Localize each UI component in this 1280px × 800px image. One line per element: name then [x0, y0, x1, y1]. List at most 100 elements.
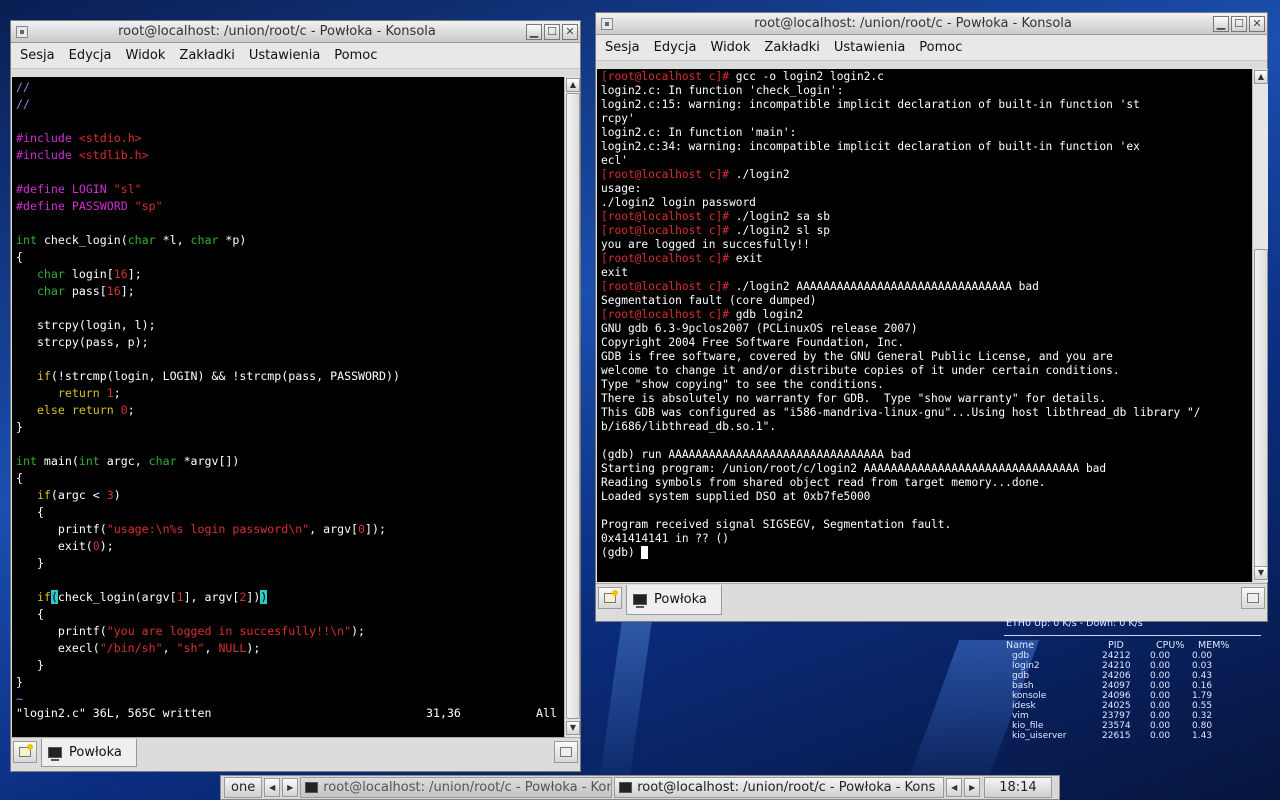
maximize-button[interactable]: ☐ — [1231, 15, 1247, 32]
terminal-line: login2.c: In function 'main': — [601, 126, 797, 139]
scroll-thumb[interactable] — [1254, 249, 1268, 567]
menu-pomoc[interactable]: Pomoc — [327, 48, 384, 63]
close-button[interactable]: ✕ — [562, 23, 578, 40]
konsole-window-right[interactable]: root@localhost: /union/root/c - Powłoka … — [595, 12, 1268, 622]
col-cpu: CPU% — [1156, 640, 1185, 651]
konsole-window-left[interactable]: root@localhost: /union/root/c - Powłoka … — [10, 20, 581, 772]
terminal-line: login2.c:34: warning: incompatible impli… — [601, 140, 1140, 153]
window-title: root@localhost: /union/root/c - Powłoka … — [754, 16, 1072, 31]
vertical-scrollbar[interactable]: ▲ ▼ — [564, 77, 580, 737]
menu-zakladki[interactable]: Zakładki — [172, 48, 241, 63]
close-session-button[interactable] — [1241, 587, 1265, 609]
task-button-2[interactable]: root@localhost: /union/root/c - Powłoka … — [614, 777, 945, 798]
terminal-line: (gdb) — [601, 546, 1252, 560]
terminal-line: strcpy(login, l); — [16, 318, 156, 332]
scroll-down-arrow[interactable]: ▼ — [1254, 566, 1268, 580]
process-row: gdb 24212 0.00 0.00 — [1012, 651, 1213, 661]
terminal-line: } — [16, 556, 44, 570]
menu-sesja[interactable]: Sesja — [13, 48, 62, 63]
terminal-line: [root@localhost c]# ./login2 sl sp — [601, 224, 831, 237]
col-name: Name — [1006, 640, 1035, 651]
wallpaper-stripe — [596, 610, 654, 800]
terminal-line: #define LOGIN "sl" — [16, 182, 142, 196]
terminal-line: Copyright 2004 Free Software Foundation,… — [601, 336, 905, 349]
terminal-output[interactable]: [root@localhost c]# gcc -o login2 login2… — [597, 69, 1252, 582]
scroll-up-arrow[interactable]: ▲ — [1254, 70, 1268, 84]
terminal-line: [root@localhost c]# gdb login2 — [601, 308, 804, 321]
terminal-line: GDB is free software, covered by the GNU… — [601, 350, 1113, 363]
close-button[interactable]: ✕ — [1249, 15, 1265, 32]
process-table: gdb 24212 0.00 0.00 login2 24210 0.00 0.03 gdb 24… — [1000, 651, 1265, 741]
scroll-up-arrow[interactable]: ▲ — [566, 78, 580, 92]
terminal-line: int check_login(char *l, char *p) — [16, 233, 247, 247]
vertical-scrollbar[interactable]: ▲ ▼ — [1252, 69, 1268, 582]
terminal-line: #include <stdio.h> — [16, 131, 142, 145]
terminal-line: GNU gdb 6.3-9pclos2007 (PCLinuxOS releas… — [601, 322, 918, 335]
new-session-button[interactable] — [598, 587, 622, 609]
tab-session[interactable]: Powłoka — [626, 585, 722, 615]
menu-bar: Sesja Edycja Widok Zakładki Ustawienia P… — [596, 35, 1267, 61]
scroll-down-arrow[interactable]: ▼ — [566, 721, 580, 735]
divider — [1004, 635, 1261, 636]
scroll-tasks-left-arrow[interactable]: ◀ — [946, 778, 963, 797]
terminal-line: // — [16, 80, 30, 94]
minimize-button[interactable]: ▁ — [1213, 15, 1229, 32]
taskbar: one ◀ ▶ root@localhost: /union/root/c - … — [220, 775, 1060, 800]
menu-edycja[interactable]: Edycja — [647, 40, 704, 55]
title-bar[interactable]: root@localhost: /union/root/c - Powłoka … — [11, 21, 580, 43]
tab-session[interactable]: Powłoka — [41, 739, 137, 767]
menu-ustawienia[interactable]: Ustawienia — [827, 40, 912, 55]
terminal-line: { — [16, 250, 23, 264]
minimize-button[interactable]: ▁ — [526, 23, 542, 40]
menu-widok[interactable]: Widok — [704, 40, 758, 55]
system-monitor: ETH0 Up: 0 K/s - Down: 0 K/s Name PID CP… — [1000, 618, 1265, 744]
desktop-label: one — [231, 780, 256, 795]
terminal-line: ecl' — [601, 154, 628, 167]
menu-ustawienia[interactable]: Ustawienia — [242, 48, 327, 63]
terminal-output[interactable]: // // #include <stdio.h> #include <stdlib.h… — [12, 77, 564, 737]
col-pid: PID — [1108, 640, 1124, 651]
window-menu-icon[interactable] — [16, 25, 28, 38]
menu-sesja[interactable]: Sesja — [598, 40, 647, 55]
terminal-icon — [48, 747, 62, 761]
process-row: kio_uiserver 22615 0.00 1.43 — [1012, 731, 1213, 741]
clock[interactable]: 18:14 — [984, 777, 1052, 798]
menu-edycja[interactable]: Edycja — [62, 48, 119, 63]
status-cursor-pos: 31,36 — [426, 706, 461, 720]
terminal-line: if(!strcmp(login, LOGIN) && !strcmp(pass… — [36, 369, 400, 383]
tab-bar: Powłoka — [11, 737, 580, 771]
terminal-line: 0x41414141 in ?? () — [601, 532, 729, 545]
scroll-thumb[interactable] — [566, 93, 580, 719]
process-row: gdb 24206 0.00 0.43 — [1012, 671, 1213, 681]
terminal-line: { — [16, 471, 23, 485]
terminal-line: Program received signal SIGSEGV, Segment… — [601, 518, 952, 531]
menu-pomoc[interactable]: Pomoc — [912, 40, 969, 55]
next-desktop-arrow[interactable]: ▶ — [282, 778, 299, 797]
title-bar[interactable]: root@localhost: /union/root/c - Powłoka … — [596, 13, 1267, 35]
terminal-line: strcpy(pass, p); — [16, 335, 149, 349]
maximize-button[interactable]: ☐ — [544, 23, 560, 40]
scroll-tasks-right-arrow[interactable]: ▶ — [964, 778, 981, 797]
col-mem: MEM% — [1198, 640, 1230, 651]
close-session-button[interactable] — [554, 741, 578, 763]
process-row: kio_file 23574 0.00 0.80 — [1012, 721, 1213, 731]
terminal-line: (gdb) run AAAAAAAAAAAAAAAAAAAAAAAAAAAAAA… — [601, 448, 911, 461]
desktop-switcher[interactable]: one — [224, 777, 263, 798]
menu-widok[interactable]: Widok — [119, 48, 173, 63]
terminal-line: exit — [601, 266, 628, 279]
task-label: root@localhost: /union/root/c - Powłoka … — [637, 780, 936, 795]
new-session-button[interactable] — [13, 741, 37, 763]
tab-label: Powłoka — [69, 745, 122, 760]
status-file: "login2.c" 36L, 565C written — [16, 706, 212, 720]
prev-desktop-arrow[interactable]: ◀ — [264, 778, 281, 797]
terminal-line: welcome to change it and/or distribute c… — [601, 364, 1120, 377]
window-menu-icon[interactable] — [601, 17, 613, 30]
menu-zakladki[interactable]: Zakładki — [757, 40, 826, 55]
terminal-line: #define PASSWORD "sp" — [16, 199, 163, 213]
terminal-line: Segmentation fault (core dumped) — [601, 294, 817, 307]
task-button-1[interactable]: root@localhost: /union/root/c - Powłoka … — [300, 777, 613, 798]
